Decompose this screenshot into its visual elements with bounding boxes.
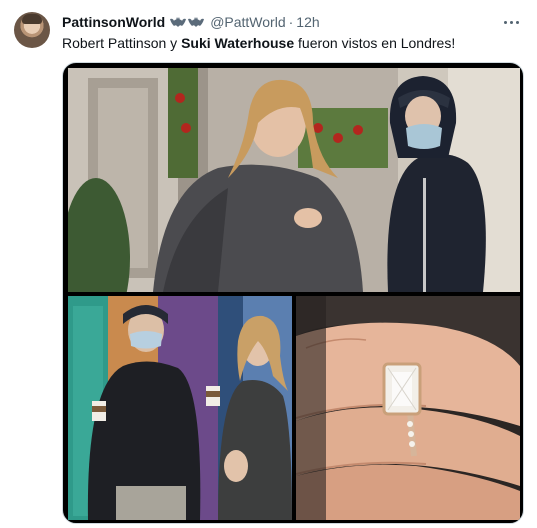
tweet-header: PattinsonWorld @PattWorld · 12h [62,12,320,32]
author-handle[interactable]: @PattWorld [210,14,285,30]
bat-emoji-icon [188,17,205,27]
more-horizontal-icon[interactable] [499,12,523,32]
tweet-text: Robert Pattinson y Suki Waterhouse fuero… [62,34,455,52]
separator-dot: · [288,14,294,30]
tweet-text-bold: Suki Waterhouse [181,35,295,51]
tweet-media-grid[interactable] [62,62,524,524]
author-avatar[interactable] [14,12,50,48]
tweet-timestamp[interactable]: 12h [296,14,319,30]
author-display-name[interactable]: PattinsonWorld [62,14,165,30]
media-photo-couple-street[interactable] [68,68,520,292]
bat-emoji-badges [170,16,206,28]
media-photo-couple-coffee[interactable] [68,296,292,520]
tweet-text-part: Robert Pattinson y [62,35,182,51]
tweet: PattinsonWorld @PattWorld · 12h Robert P… [0,0,537,528]
bat-emoji-icon [170,17,187,27]
tweet-text-part: fueron vistos en Londres! [294,35,456,51]
media-photo-ring-closeup[interactable] [296,296,520,520]
